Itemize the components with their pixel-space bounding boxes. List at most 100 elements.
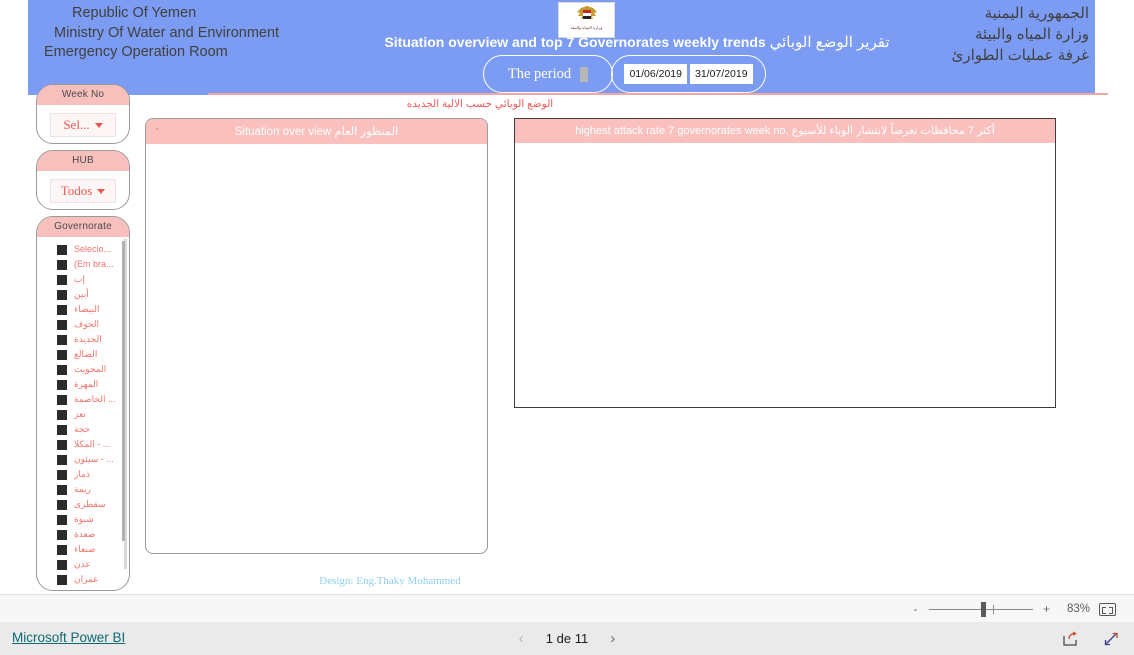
fit-to-page-icon[interactable] [1099,602,1116,616]
organization-title-ar: الجمهورية اليمنية وزارة المياه والبيئة غ… [952,3,1089,66]
panel-situation-overview-title-ar: المنظور العام [334,126,399,138]
checkbox-icon[interactable] [57,529,67,540]
next-page-button[interactable]: › [610,631,615,646]
governorate-list-item-label: صعدة [74,529,96,539]
slicer-hub-title: HUB [37,151,129,171]
checkbox-icon[interactable] [57,409,67,420]
governorate-list-item-label: حجة [74,424,91,434]
zoom-slider-track[interactable] [929,601,1033,617]
governorate-list-scrollbar-track[interactable] [122,239,127,569]
governorate-list-item[interactable]: إب [37,272,129,287]
slicer-hub[interactable]: HUB Todos [36,150,130,210]
date-to-input[interactable]: 31/07/2019 [690,64,753,84]
governorate-list-item-label: إب [74,274,85,284]
checkbox-icon[interactable] [57,499,67,510]
chevron-down-icon[interactable] [94,122,103,128]
checkbox-icon[interactable] [57,334,67,345]
checkbox-icon[interactable] [57,274,67,285]
period-slicer[interactable]: The period [483,55,613,93]
checkbox-icon[interactable] [57,289,67,300]
zoom-control-group[interactable]: - + 83% [911,595,1116,623]
governorate-list-item[interactable]: المحويت [37,362,129,377]
period-slicer-handle[interactable] [580,66,589,82]
date-range-slicer[interactable]: 01/06/2019 31/07/2019 [611,55,766,93]
zoom-slider-thumb[interactable] [981,601,986,617]
page-title-ar: تقرير الوضع الوبائي [769,34,890,51]
governorate-list-item[interactable]: Selecio... [37,242,129,257]
governorate-list-item-label: سقطرى [74,499,106,509]
governorate-list-item[interactable]: الجوف [37,317,129,332]
slicer-governorate[interactable]: Governorate Selecio... (Em bra... إب أبين ال… [36,216,130,591]
chevron-down-icon[interactable] [97,188,106,194]
slicer-week-no-title: Week No [37,85,129,105]
governorate-list-item[interactable]: البيضاء [37,302,129,317]
governorate-list-item[interactable]: صعدة [37,527,129,542]
governorate-list-item-label: عدن [74,559,91,569]
previous-page-button[interactable]: ‹ [519,631,524,646]
slicer-hub-dropdown[interactable]: Todos [50,179,116,203]
panel-situation-overview-title-en: Situation over view [234,126,332,138]
checkbox-icon[interactable] [57,379,67,390]
checkbox-icon[interactable] [57,259,67,270]
slicer-week-no-dropdown[interactable]: Sel... [50,113,116,137]
slicer-week-no-value: Sel... [63,117,90,132]
checkbox-icon[interactable] [57,484,67,495]
governorate-list-item[interactable]: صنعاء [37,542,129,557]
panel-top7-attack-rate-title: أكثر 7 محافظات تعرضاً لانتشار الوباء للأ… [515,119,1055,143]
org-line-ministry-ar: وزارة المياه والبيئة [974,26,1089,43]
governorate-list-item[interactable]: ... الخاصمة [37,392,129,407]
governorate-checkbox-list[interactable]: Selecio... (Em bra... إب أبين البيضاء الجوف ال… [37,237,129,586]
governorate-list-item[interactable]: حجة [37,422,129,437]
page-title: Situation overview and top 7 Governorate… [377,33,897,51]
checkbox-icon[interactable] [57,349,67,360]
checkbox-icon[interactable] [57,454,67,465]
share-icon[interactable] [1062,631,1079,647]
checkbox-icon[interactable] [57,424,67,435]
zoom-in-button[interactable]: + [1042,602,1051,616]
governorate-list-item-label: شبوة [74,514,94,524]
eagle-emblem-icon [576,6,597,19]
governorate-list-item[interactable]: تعز [37,407,129,422]
fullscreen-icon[interactable] [1103,631,1120,647]
governorate-list-item[interactable]: الحديدة [37,332,129,347]
governorate-list-item[interactable]: ذمار [37,467,129,482]
slicer-governorate-title: Governorate [37,217,129,237]
report-footer-bar: Microsoft Power BI ‹ 1 de 11 › [0,622,1134,655]
governorate-list-item[interactable]: عدن [37,557,129,572]
checkbox-icon[interactable] [57,559,67,570]
zoom-level-value: 83% [1066,603,1090,615]
org-line-room-en: Emergency Operation Room [44,44,228,60]
governorate-list-item[interactable]: عمران [37,572,129,586]
checkbox-icon[interactable] [57,364,67,375]
governorate-list-item[interactable]: ... - المكلا [37,437,129,452]
governorate-list-item[interactable]: شبوة [37,512,129,527]
governorate-list-item-label: (Em bra... [74,259,114,269]
slicer-week-no[interactable]: Week No Sel... [36,84,130,144]
slicer-hub-value: Todos [60,183,93,198]
governorate-list-item[interactable]: سقطرى [37,497,129,512]
checkbox-icon[interactable] [57,319,67,330]
org-line-ministry-en: Ministry Of Water and Environment [54,24,280,41]
checkbox-icon[interactable] [57,304,67,315]
governorate-list-item[interactable]: المهرة [37,377,129,392]
governorate-list-item-label: عمران [74,574,99,584]
checkbox-icon[interactable] [57,469,67,480]
governorate-list-scrollbar-thumb[interactable] [122,241,125,541]
governorate-list-item-label: المهرة [74,379,99,389]
zoom-out-button[interactable]: - [911,602,920,616]
governorate-list-item[interactable]: الضالع [37,347,129,362]
governorate-list-item[interactable]: ... - سيئون [37,452,129,467]
checkbox-icon[interactable] [57,574,67,585]
org-line-country-ar: الجمهورية اليمنية [984,5,1089,22]
date-from-input[interactable]: 01/06/2019 [624,64,687,84]
governorate-list-item[interactable]: ريمة [37,482,129,497]
checkbox-icon[interactable] [57,439,67,450]
governorate-list-item[interactable]: (Em bra... [37,257,129,272]
checkbox-icon[interactable] [57,514,67,525]
governorate-list-item[interactable]: أبين [37,287,129,302]
checkbox-icon[interactable] [57,394,67,405]
governorate-list-item-label: أبين [74,289,89,299]
panel-top7-attack-rate: أكثر 7 محافظات تعرضاً لانتشار الوباء للأ… [514,118,1056,408]
checkbox-icon[interactable] [57,244,67,255]
checkbox-icon[interactable] [57,544,67,555]
